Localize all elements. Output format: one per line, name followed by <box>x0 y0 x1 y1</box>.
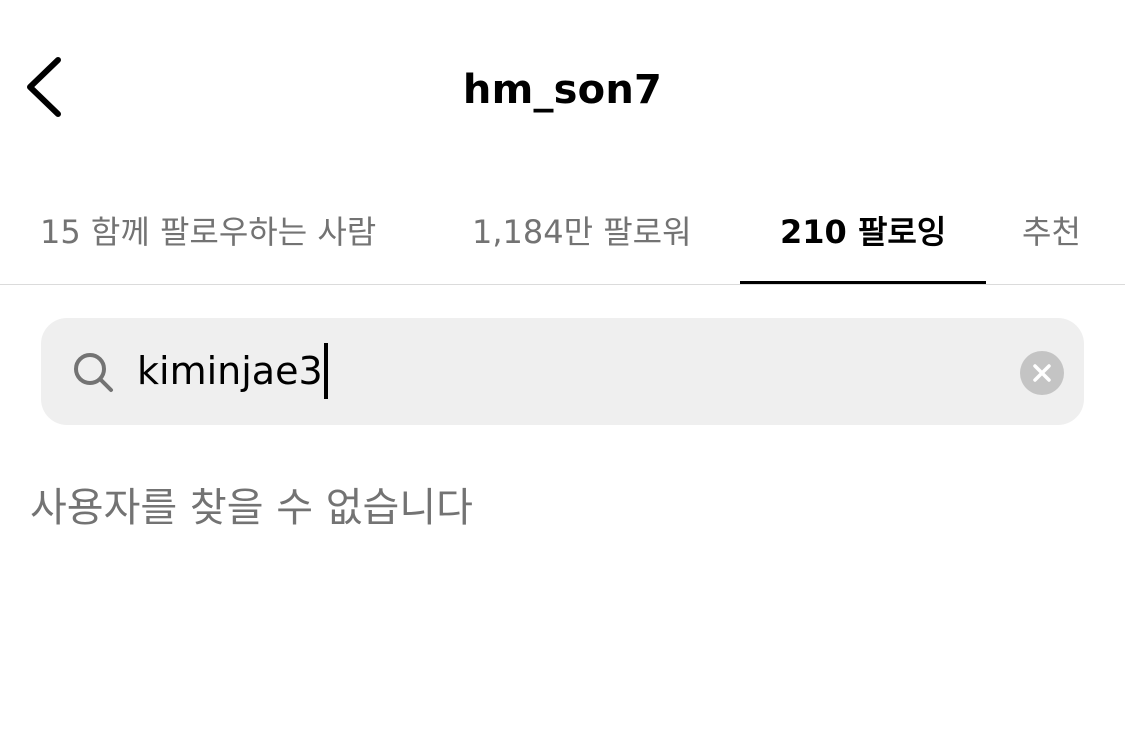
tab-bar: 15 함께 팔로우하는 사람 1,184만 팔로워 210 팔로잉 추천 <box>0 180 1125 285</box>
tab-mutual-followers[interactable]: 15 함께 팔로우하는 사람 <box>40 194 376 270</box>
tab-suggested[interactable]: 추천 <box>1022 194 1081 270</box>
clear-search-button[interactable] <box>1020 351 1064 395</box>
screen: hm_son7 15 함께 팔로우하는 사람 1,184만 팔로워 210 팔로… <box>0 0 1125 732</box>
header: hm_son7 <box>0 0 1125 180</box>
tab-following[interactable]: 210 팔로잉 <box>780 194 946 270</box>
no-results-message: 사용자를 찾을 수 없습니다 <box>30 485 473 531</box>
page-title: hm_son7 <box>462 67 663 113</box>
search-input-value: kiminjae3 <box>137 349 323 393</box>
tab-followers[interactable]: 1,184만 팔로워 <box>472 194 692 270</box>
search-input[interactable]: kiminjae3 <box>137 340 328 402</box>
active-tab-indicator <box>740 281 986 284</box>
search-bar[interactable]: kiminjae3 <box>41 318 1084 425</box>
clear-icon <box>1033 364 1051 382</box>
text-caret <box>323 342 328 399</box>
search-icon <box>74 353 113 392</box>
